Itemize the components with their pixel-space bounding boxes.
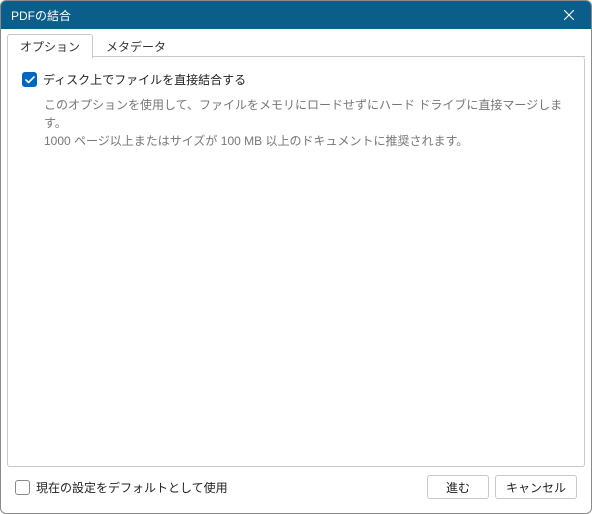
close-button[interactable]	[547, 1, 591, 29]
footer: 現在の設定をデフォルトとして使用 進む キャンセル	[7, 467, 585, 507]
direct-merge-desc: このオプションを使用して、ファイルをメモリにロードせずにハード ドライブに直接マ…	[44, 96, 570, 150]
desc-line1: このオプションを使用して、ファイルをメモリにロードせずにハード ドライブに直接マ…	[44, 96, 570, 132]
direct-merge-row: ディスク上でファイルを直接結合する	[22, 71, 570, 88]
desc-line2: 1000 ページ以上またはサイズが 100 MB 以上のドキュメントに推奨されま…	[44, 132, 570, 150]
proceed-button[interactable]: 進む	[427, 475, 489, 499]
close-icon	[564, 10, 574, 20]
titlebar: PDFの結合	[1, 1, 591, 29]
direct-merge-label: ディスク上でファイルを直接結合する	[43, 71, 246, 88]
checkmark-icon	[25, 76, 35, 84]
dialog-window: PDFの結合 オプション メタデータ ディスク上でファイルを直接結合する こ	[0, 0, 592, 514]
tabpanel-options: ディスク上でファイルを直接結合する このオプションを使用して、ファイルをメモリに…	[7, 57, 585, 467]
direct-merge-checkbox[interactable]	[22, 72, 37, 87]
tab-label: メタデータ	[106, 40, 166, 54]
tab-options[interactable]: オプション	[7, 34, 93, 58]
tab-metadata[interactable]: メタデータ	[93, 34, 179, 58]
dialog-body: オプション メタデータ ディスク上でファイルを直接結合する このオプションを使用…	[1, 29, 591, 513]
save-default-row: 現在の設定をデフォルトとして使用	[15, 479, 228, 496]
tabstrip: オプション メタデータ	[7, 35, 585, 57]
save-default-checkbox[interactable]	[15, 480, 30, 495]
button-label: 進む	[446, 479, 470, 496]
window-title: PDFの結合	[11, 7, 71, 24]
tab-label: オプション	[20, 40, 80, 54]
cancel-button[interactable]: キャンセル	[495, 475, 577, 499]
button-label: キャンセル	[506, 479, 566, 496]
save-default-label: 現在の設定をデフォルトとして使用	[36, 479, 228, 496]
